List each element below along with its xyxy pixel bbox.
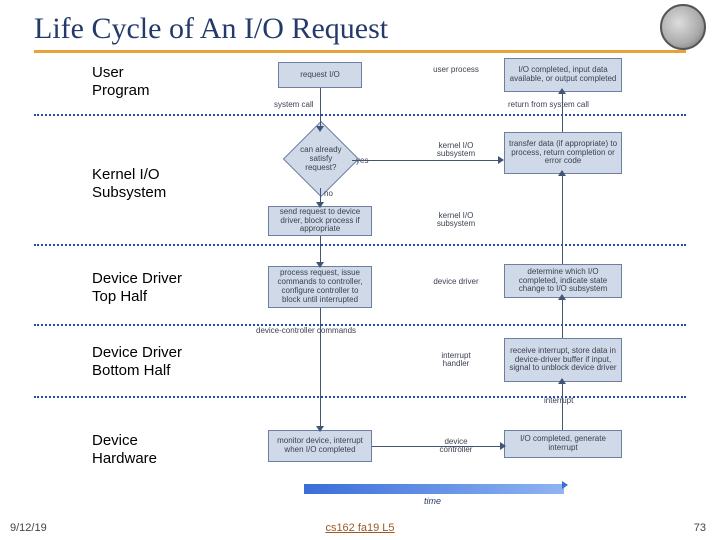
divider-3: [34, 324, 686, 326]
arrow-r1: [562, 382, 563, 430]
arrowhead-r1: [558, 378, 566, 384]
arrow-yes: [352, 160, 502, 161]
label-return-system-call: return from system call: [508, 100, 589, 109]
time-bar: [304, 484, 564, 494]
diagram-stage: UserProgram Kernel I/OSubsystem Device D…: [34, 56, 686, 512]
footer-page: 73: [694, 522, 706, 534]
side-user-process: user process: [428, 66, 484, 74]
label-system-call: system call: [274, 100, 314, 109]
arrow-r3: [562, 174, 563, 264]
arrowhead-r4: [558, 88, 566, 94]
label-device-controller-commands: device-controller commands: [256, 326, 356, 335]
arrowhead-l4: [316, 426, 324, 432]
arrow-l1: [320, 88, 321, 128]
arrow-bottom: [372, 446, 504, 447]
divider-4: [34, 396, 686, 398]
divider-1: [34, 114, 686, 116]
node-can-satisfy-label: can already satisfy request?: [298, 146, 344, 172]
side-interrupt-handler: interrupt handler: [428, 352, 484, 369]
node-monitor-device: monitor device, interrupt when I/O compl…: [268, 430, 372, 462]
side-kernel-io-2: kernel I/O subsystem: [428, 212, 484, 229]
time-arrowhead: [562, 481, 568, 489]
arrow-l4: [320, 308, 321, 430]
node-can-satisfy: can already satisfy request?: [283, 121, 359, 197]
arrowhead-l3: [316, 262, 324, 268]
node-receive-interrupt: receive interrupt, store data in device-…: [504, 338, 622, 382]
node-send-request: send request to device driver, block pro…: [268, 206, 372, 236]
side-device-driver: device driver: [428, 278, 484, 286]
row-label-driver-bottom: Device DriverBottom Half: [92, 344, 182, 380]
row-label-hardware: DeviceHardware: [92, 432, 157, 468]
arrow-r2: [562, 298, 563, 338]
row-label-kernel-io: Kernel I/OSubsystem: [92, 166, 166, 202]
arrowhead-bottom: [500, 442, 506, 450]
row-label-driver-top: Device DriverTop Half: [92, 270, 182, 306]
arrowhead-r2: [558, 294, 566, 300]
arrow-r4: [562, 92, 563, 132]
time-label: time: [424, 496, 441, 506]
node-transfer-data: transfer data (if appropriate) to proces…: [504, 132, 622, 174]
label-no: no: [324, 189, 333, 198]
arrowhead-yes: [498, 156, 504, 164]
side-kernel-io-1: kernel I/O subsystem: [428, 142, 484, 159]
node-determine-io: determine which I/O completed, indicate …: [504, 264, 622, 298]
arrowhead-r3: [558, 170, 566, 176]
footer-center: cs162 fa19 L5: [0, 522, 720, 534]
node-io-completed-top: I/O completed, input data available, or …: [504, 58, 622, 92]
divider-2: [34, 244, 686, 246]
label-interrupt: interrupt: [544, 396, 573, 405]
arrowhead-l1: [316, 126, 324, 132]
arrowhead-l2: [316, 202, 324, 208]
node-request-io: request I/O: [278, 62, 362, 88]
node-generate-interrupt: I/O completed, generate interrupt: [504, 430, 622, 458]
node-process-request: process request, issue commands to contr…: [268, 266, 372, 308]
row-label-user: UserProgram: [92, 64, 150, 100]
title-underline: [34, 50, 686, 53]
page-title: Life Cycle of An I/O Request: [0, 0, 720, 50]
seal-logo: [660, 4, 706, 50]
